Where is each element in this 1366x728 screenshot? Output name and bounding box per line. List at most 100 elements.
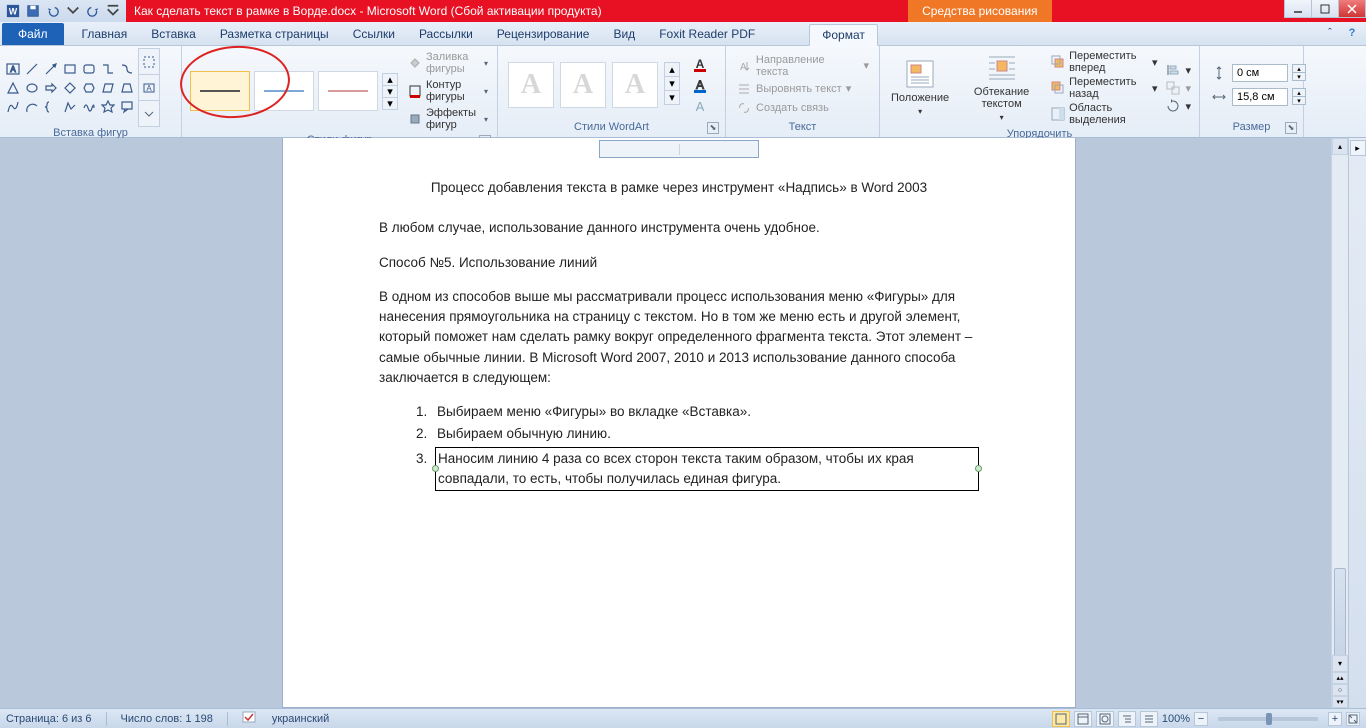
undo-more-icon[interactable]	[64, 2, 82, 20]
view-print-layout-button[interactable]	[1052, 711, 1070, 727]
shape-textbox[interactable]: A	[4, 60, 22, 78]
minimize-button[interactable]	[1284, 0, 1312, 18]
tab-view[interactable]: Вид	[601, 23, 647, 45]
tab-foxit[interactable]: Foxit Reader PDF	[647, 23, 767, 45]
ribbon-minimize-icon[interactable]: ˆ	[1322, 25, 1338, 41]
bring-forward-button[interactable]: Переместить вперед▾	[1051, 50, 1157, 74]
shape-right-arrow[interactable]	[42, 79, 60, 97]
tab-page-layout[interactable]: Разметка страницы	[208, 23, 341, 45]
zoom-fit-button[interactable]	[1346, 712, 1360, 726]
status-word-count[interactable]: Число слов: 1 198	[121, 713, 213, 725]
style-line-blue[interactable]	[254, 71, 314, 111]
wordart-gallery[interactable]: A A A ▴▾▾	[502, 62, 686, 108]
shapes-gallery[interactable]: A	[4, 60, 136, 116]
page[interactable]: Процесс добавления текста в рамке через …	[282, 138, 1076, 708]
tab-file[interactable]: Файл	[2, 23, 64, 45]
shape-curved-connector[interactable]	[118, 60, 136, 78]
width-spinner[interactable]: ▴▾	[1292, 88, 1306, 105]
tab-insert[interactable]: Вставка	[139, 23, 208, 45]
zoom-in-button[interactable]: +	[1328, 712, 1342, 726]
shape-callout[interactable]	[118, 98, 136, 116]
shape-trapezoid[interactable]	[118, 79, 136, 97]
shape-effects-button[interactable]: Эффекты фигур▾	[406, 106, 490, 132]
shape-curve[interactable]	[4, 98, 22, 116]
tab-mailings[interactable]: Рассылки	[407, 23, 485, 45]
view-web-layout-button[interactable]	[1096, 711, 1114, 727]
shape-arc[interactable]	[23, 98, 41, 116]
shape-brace[interactable]	[42, 98, 60, 116]
tab-home[interactable]: Главная	[70, 23, 140, 45]
style-line-black[interactable]	[190, 71, 250, 111]
tab-review[interactable]: Рецензирование	[485, 23, 602, 45]
text-effects-button[interactable]: A	[690, 96, 710, 116]
status-page[interactable]: Страница: 6 из 6	[6, 713, 92, 725]
scroll-down-button[interactable]: ▾	[1332, 655, 1348, 672]
shape-outline-button[interactable]: Контур фигуры▾	[406, 78, 490, 104]
shape-parallelogram[interactable]	[99, 79, 117, 97]
save-icon[interactable]	[24, 2, 42, 20]
tab-references[interactable]: Ссылки	[341, 23, 407, 45]
help-icon[interactable]: ?	[1344, 25, 1360, 41]
view-full-screen-button[interactable]	[1074, 711, 1092, 727]
size-dialog-launcher[interactable]: ⬊	[1285, 122, 1297, 134]
shape-style-gallery[interactable]: ▴▾▾	[186, 71, 402, 111]
shape-star[interactable]	[99, 98, 117, 116]
shape-roundrect[interactable]	[80, 60, 98, 78]
position-button[interactable]: Положение▾	[884, 55, 956, 121]
wordart-style-3[interactable]: A	[612, 62, 658, 108]
wrap-text-button[interactable]: Обтекание текстом▾	[956, 49, 1047, 127]
word-icon[interactable]: W	[4, 2, 22, 20]
scroll-up-button[interactable]: ▴	[1332, 138, 1348, 155]
vertical-scrollbar[interactable]: ▴ ▾ ▴▴ ○ ▾▾	[1331, 138, 1348, 708]
undo-icon[interactable]	[44, 2, 62, 20]
height-input[interactable]	[1232, 64, 1288, 82]
align-button[interactable]: ▾	[1165, 62, 1191, 78]
wordart-style-1[interactable]: A	[508, 62, 554, 108]
send-backward-button[interactable]: Переместить назад▾	[1051, 76, 1157, 100]
status-language[interactable]: украинский	[272, 713, 329, 725]
shape-hexagon[interactable]	[80, 79, 98, 97]
tab-format[interactable]: Формат	[809, 24, 878, 46]
shape-diamond[interactable]	[61, 79, 79, 97]
text-fill-button[interactable]: A	[690, 54, 710, 74]
qat-customize-icon[interactable]	[104, 2, 122, 20]
shape-triangle[interactable]	[4, 79, 22, 97]
shape-scribble[interactable]	[80, 98, 98, 116]
width-input[interactable]	[1232, 88, 1288, 106]
textbox-draw-button[interactable]: A	[138, 74, 160, 101]
shape-freeform[interactable]	[61, 98, 79, 116]
zoom-slider[interactable]	[1218, 717, 1318, 721]
shape-arrow[interactable]	[42, 60, 60, 78]
resize-handle-right[interactable]	[975, 465, 982, 472]
wordart-dialog-launcher[interactable]: ⬊	[707, 122, 719, 134]
shapes-more-button[interactable]	[138, 100, 160, 127]
prev-page-button[interactable]: ▴▴	[1332, 672, 1348, 684]
shape-connector[interactable]	[99, 60, 117, 78]
rotate-button[interactable]: ▾	[1165, 98, 1191, 114]
shape-oval[interactable]	[23, 79, 41, 97]
view-outline-button[interactable]	[1118, 711, 1136, 727]
height-spinner[interactable]: ▴▾	[1292, 64, 1306, 81]
text-outline-button[interactable]: A	[690, 75, 710, 95]
maximize-button[interactable]	[1311, 0, 1339, 18]
shape-line[interactable]	[23, 60, 41, 78]
browse-object-button[interactable]: ○	[1332, 684, 1348, 696]
style-gallery-scroll[interactable]: ▴▾▾	[382, 73, 398, 110]
next-page-button[interactable]: ▾▾	[1332, 696, 1348, 708]
zoom-level[interactable]: 100%	[1162, 713, 1190, 725]
side-panel-toggle[interactable]: ▸	[1350, 140, 1366, 156]
width-icon	[1210, 88, 1228, 106]
resize-handle-left[interactable]	[432, 465, 439, 472]
view-draft-button[interactable]	[1140, 711, 1158, 727]
style-line-red[interactable]	[318, 71, 378, 111]
close-button[interactable]	[1338, 0, 1366, 18]
wordart-style-2[interactable]: A	[560, 62, 606, 108]
edit-shape-button[interactable]	[138, 48, 160, 75]
redo-icon[interactable]	[84, 2, 102, 20]
selected-line-shape[interactable]: Наносим линию 4 раза со всех сторон текс…	[435, 447, 979, 492]
selection-pane-button[interactable]: Область выделения	[1051, 102, 1157, 126]
shape-rect[interactable]	[61, 60, 79, 78]
status-proofing-icon[interactable]	[242, 710, 258, 727]
zoom-out-button[interactable]: −	[1194, 712, 1208, 726]
wordart-gallery-scroll[interactable]: ▴▾▾	[664, 62, 680, 108]
